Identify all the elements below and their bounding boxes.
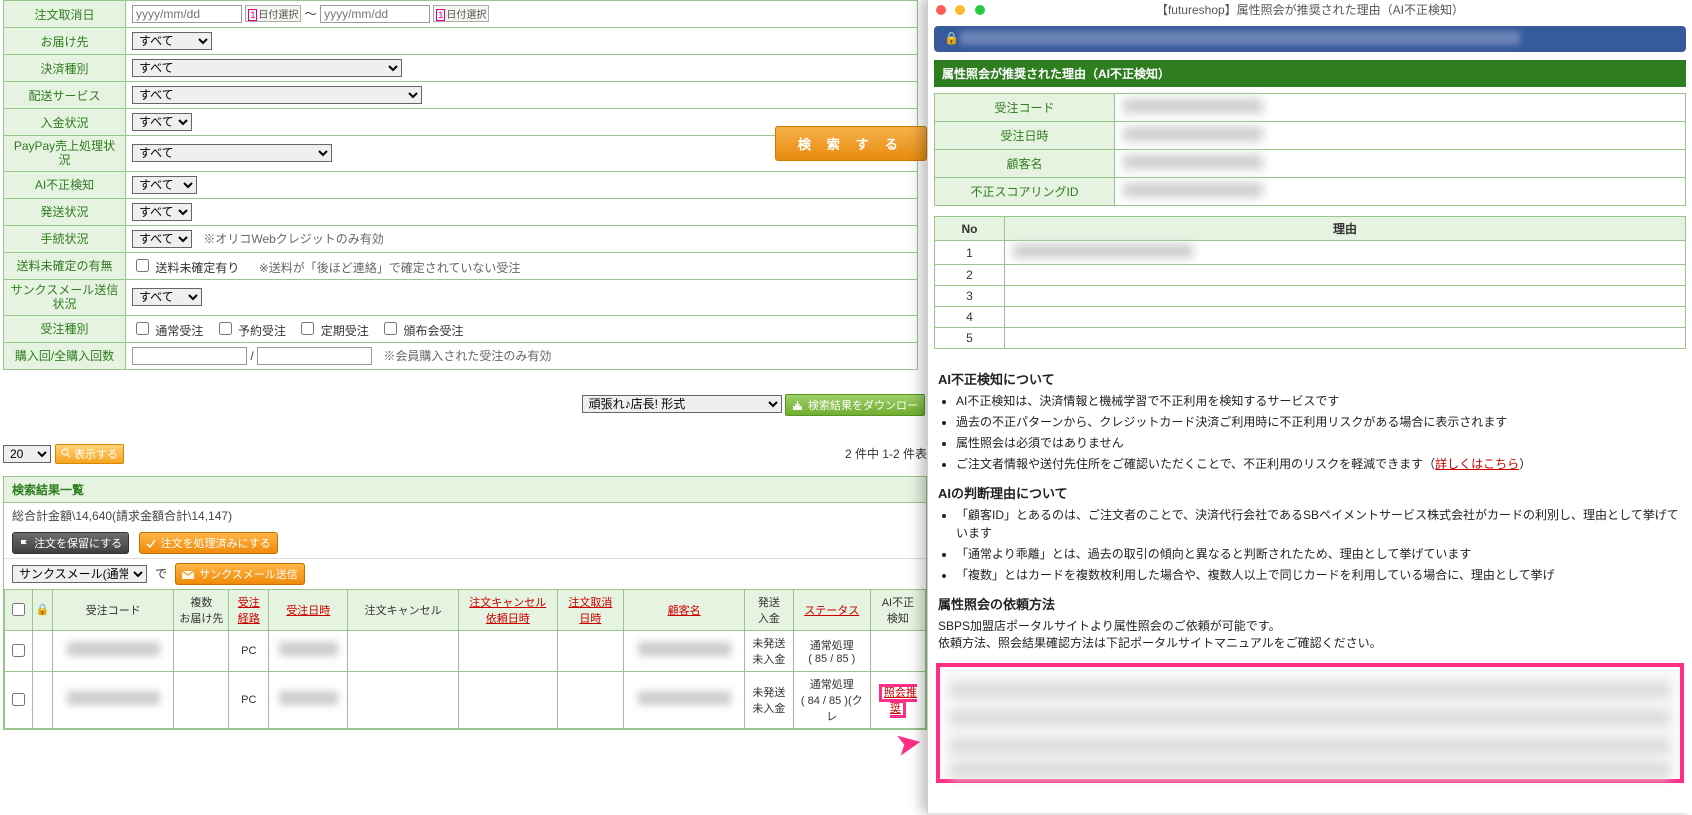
label-thanks: サンクスメール送信状況 — [4, 279, 126, 315]
table-row: PC 未発送未入金 通常処理( 85 / 85 ) — [5, 630, 926, 671]
purchase-note: ※会員購入された受注のみ有効 — [383, 349, 551, 363]
col-cancel-datetime[interactable]: 注文取消日時 — [568, 597, 612, 625]
col-ship-pay: 発送入金 — [745, 589, 793, 630]
popup-info-table: 受注コード 受注日時 顧客名 不正スコアリングID — [934, 93, 1686, 206]
col-cancel-req-datetime[interactable]: 注文キャンセル依頼日時 — [469, 597, 546, 625]
minimize-icon[interactable] — [955, 5, 965, 15]
mail-icon — [182, 570, 194, 580]
label-deliver-to: お届け先 — [4, 28, 126, 55]
col-customer[interactable]: 顧客名 — [668, 605, 701, 617]
section3-title: 属性照会の依頼方法 — [938, 594, 1682, 613]
date-picker-to-btn[interactable]: 1日付選択 — [433, 5, 489, 22]
popup-window-title: 【futureshop】属性照会が推奨された理由（AI不正検知） — [928, 0, 1692, 20]
ai-fraud-inquiry-link[interactable]: 照会推奨 — [884, 687, 917, 715]
shipfee-note: ※送料が「後ほど連絡」で確定されていない受注 — [259, 261, 521, 275]
table-row: PC 未発送未入金 通常処理( 84 / 85 )(クレ 照会推奨 — [5, 671, 926, 728]
perpage-select[interactable]: 20 — [3, 445, 51, 463]
blurred-cell — [67, 642, 160, 656]
download-icon — [792, 400, 803, 411]
hold-orders-button[interactable]: 注文を保留にする — [12, 532, 129, 554]
flag-icon — [19, 539, 29, 549]
check-icon — [146, 539, 156, 549]
thanksmail-select[interactable]: サンクスメール(通常) — [12, 565, 147, 583]
cell-route: PC — [229, 671, 269, 728]
search-form: 注文取消日 1日付選択 ～ 1日付選択 お届け先 すべて 決済種別 すべて 配送… — [3, 0, 918, 370]
row-checkbox[interactable] — [12, 693, 25, 706]
deliver-to-select[interactable]: すべて — [132, 32, 212, 50]
magnifier-icon — [61, 448, 71, 458]
section3-text1: SBPS加盟店ポータルサイトより属性照会のご依頼が可能です。 — [938, 617, 1682, 634]
label-cancel-date: 注文取消日 — [4, 1, 126, 28]
ordertype-hanpu-checkbox[interactable] — [384, 322, 397, 335]
label-procedure: 手続状況 — [4, 225, 126, 252]
window-controls[interactable] — [936, 4, 991, 18]
lock-icon: 🔒 — [36, 604, 50, 616]
results-table: 🔒 受注コード 複数お届け先 受注経路 受注日時 注文キャンセル 注文キャンセル… — [4, 589, 926, 729]
col-order-datetime[interactable]: 受注日時 — [286, 605, 330, 617]
section2-title: AIの判断理由について — [938, 483, 1682, 502]
section3-text2: 依頼方法、照会結果確認方法は下記ポータルサイトマニュアルをご確認ください。 — [938, 634, 1682, 651]
fraud-reason-popup: 【futureshop】属性照会が推奨された理由（AI不正検知） 🔒 属性照会が… — [927, 0, 1692, 813]
maximize-icon[interactable] — [975, 5, 985, 15]
shipfee-unconfirmed-checkbox[interactable] — [136, 259, 149, 272]
popup-reason-table: No理由 1 2 3 4 5 — [934, 216, 1686, 349]
label-payment-status: 入金状況 — [4, 109, 126, 136]
cancel-date-from[interactable] — [132, 5, 242, 23]
col-cancel: 注文キャンセル — [348, 589, 458, 630]
col-order-route[interactable]: 受注経路 — [238, 597, 260, 625]
show-button[interactable]: 表示する — [55, 444, 124, 464]
purchase-count-input[interactable] — [132, 347, 247, 365]
download-format-select[interactable]: 頑張れ♪店長! 形式 — [582, 395, 782, 413]
col-order-code: 受注コード — [53, 589, 174, 630]
portal-manual-box — [936, 663, 1684, 783]
shipfee-cb-label: 送料未確定有り — [155, 261, 239, 275]
label-shipfee: 送料未確定の有無 — [4, 252, 126, 279]
ordertype-recurring-checkbox[interactable] — [301, 322, 314, 335]
results-title: 検索結果一覧 — [4, 477, 926, 503]
procedure-select[interactable]: すべて — [132, 230, 192, 248]
ship-service-select[interactable]: すべて — [132, 86, 422, 104]
download-results-button[interactable]: 検索結果をダウンロー — [785, 394, 925, 416]
result-count: 2 件中 1-2 件表 — [845, 445, 927, 462]
cancel-date-to[interactable] — [320, 5, 430, 23]
ai-fraud-select[interactable]: すべて — [132, 176, 197, 194]
mark-done-button[interactable]: 注文を処理済みにする — [139, 532, 278, 554]
section1-title: AI不正検知について — [938, 369, 1682, 388]
results-panel: 検索結果一覧 総合計金額\14,640(請求金額合計\14,147) 注文を保留… — [3, 476, 927, 730]
send-thanksmail-button[interactable]: サンクスメール送信 — [175, 563, 305, 585]
close-icon[interactable] — [936, 5, 946, 15]
cell-route: PC — [229, 630, 269, 671]
payment-type-select[interactable]: すべて — [132, 59, 402, 77]
label-ai-fraud: AI不正検知 — [4, 171, 126, 198]
row-checkbox[interactable] — [12, 644, 25, 657]
col-multi-deliver: 複数お届け先 — [174, 589, 229, 630]
label-ship-service: 配送サービス — [4, 82, 126, 109]
col-status[interactable]: ステータス — [804, 605, 859, 617]
ordertype-reserve-checkbox[interactable] — [219, 322, 232, 335]
details-link[interactable]: 詳しくはこちら — [1435, 457, 1519, 471]
col-ai-fraud: AI不正検知 — [870, 589, 925, 630]
ship-status-select[interactable]: すべて — [132, 203, 192, 221]
label-ship-status: 発送状況 — [4, 198, 126, 225]
results-summary: 総合計金額\14,640(請求金額合計\14,147) — [4, 503, 926, 528]
paypay-select[interactable]: すべて — [132, 144, 332, 162]
date-picker-from-btn[interactable]: 1日付選択 — [245, 5, 301, 22]
url-bar[interactable]: 🔒 — [934, 26, 1686, 52]
label-order-type: 受注種別 — [4, 315, 126, 342]
purchase-total-input[interactable] — [257, 347, 372, 365]
search-button[interactable]: 検 索 す る — [775, 126, 927, 161]
select-all-checkbox[interactable] — [12, 603, 25, 616]
label-purchase-count: 購入回/全購入回数 — [4, 342, 126, 369]
lock-icon: 🔒 — [944, 31, 959, 45]
label-paypay: PayPay売上処理状況 — [4, 136, 126, 172]
ordertype-normal-checkbox[interactable] — [136, 322, 149, 335]
procedure-note: ※オリコWebクレジットのみ有効 — [203, 232, 383, 246]
section1-list: AI不正検知は、決済情報と機械学習で不正利用を検知するサービスです 過去の不正パ… — [956, 392, 1682, 473]
section2-list: 「顧客ID」とあるのは、ご注文者のことで、決済代行会社であるSBペイメントサービ… — [956, 506, 1682, 584]
payment-status-select[interactable]: すべて — [132, 113, 192, 131]
tilde: ～ — [305, 7, 317, 21]
label-payment-type: 決済種別 — [4, 55, 126, 82]
popup-heading: 属性照会が推奨された理由（AI不正検知） — [934, 60, 1686, 87]
thanks-select[interactable]: すべて — [132, 288, 202, 306]
